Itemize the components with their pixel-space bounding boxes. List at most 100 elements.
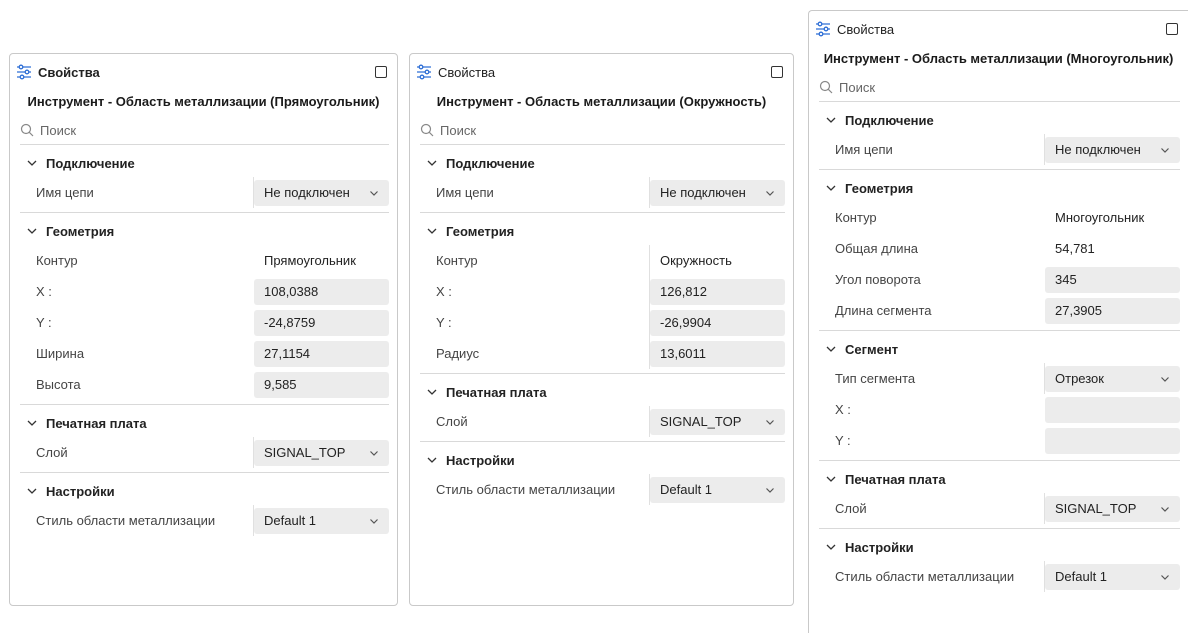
section-header-connection[interactable]: Подключение — [420, 149, 785, 177]
chevron-down-icon[interactable] — [26, 485, 38, 497]
row-radius: Радиус 13,6011 — [420, 338, 785, 369]
row-x: X : 108,0388 — [20, 276, 389, 307]
section-header-connection[interactable]: Подключение — [819, 106, 1180, 134]
x-field[interactable]: 108,0388 — [254, 278, 389, 305]
row-width: Ширина 27,1154 — [20, 338, 389, 369]
chevron-down-icon[interactable] — [26, 157, 38, 169]
section-header-geometry[interactable]: Геометрия — [420, 217, 785, 245]
net-name-dropdown[interactable]: Не подключен — [254, 179, 389, 206]
properties-panel-rectangle: Свойства Инструмент - Область металлизац… — [9, 53, 398, 606]
section-connection: Подключение Имя цепи Не подключен — [420, 149, 785, 213]
chevron-down-icon[interactable] — [26, 417, 38, 429]
search-input[interactable]: Поиск — [819, 73, 1180, 102]
tool-title: Инструмент - Область металлизации (Окруж… — [436, 94, 767, 109]
chevron-down-icon[interactable] — [426, 454, 438, 466]
segment-x-label: X : — [835, 402, 851, 417]
style-dropdown[interactable]: Default 1 — [1045, 563, 1180, 590]
y-field[interactable]: -26,9904 — [650, 309, 785, 336]
segment-y-field[interactable] — [1045, 427, 1180, 454]
search-placeholder: Поиск — [40, 122, 77, 138]
style-value: Default 1 — [1055, 569, 1108, 584]
section-title: Геометрия — [46, 223, 115, 239]
maximize-icon[interactable] — [771, 66, 783, 78]
search-input[interactable]: Поиск — [420, 116, 785, 145]
chevron-down-icon[interactable] — [825, 541, 837, 553]
chevron-down-icon[interactable] — [426, 225, 438, 237]
style-value: Default 1 — [660, 482, 713, 497]
total-length-value: 54,781 — [1055, 241, 1095, 256]
section-title: Печатная плата — [46, 415, 147, 431]
layer-label: Слой — [20, 437, 254, 468]
rotation-field[interactable]: 345 — [1045, 266, 1180, 293]
section-header-settings[interactable]: Настройки — [819, 533, 1180, 561]
chevron-down-icon — [1161, 574, 1169, 580]
rotation-label: Угол поворота — [835, 272, 921, 287]
section-settings: Настройки Стиль области металлизации Def… — [420, 446, 785, 505]
row-contour: Контур Многоугольник — [819, 202, 1180, 233]
y-label: Y : — [36, 315, 52, 330]
y-field[interactable]: -24,8759 — [254, 309, 389, 336]
width-label: Ширина — [36, 346, 85, 361]
section-header-settings[interactable]: Настройки — [420, 446, 785, 474]
x-label: X : — [420, 276, 650, 307]
search-icon — [420, 123, 434, 137]
section-settings: Настройки Стиль области металлизации Def… — [20, 477, 389, 536]
layer-label: Слой — [819, 493, 1045, 524]
total-length-label: Общая длина — [835, 241, 918, 256]
section-header-pcb[interactable]: Печатная плата — [819, 465, 1180, 493]
sliders-icon — [17, 64, 31, 80]
contour-label: Контур — [835, 210, 877, 225]
search-placeholder: Поиск — [440, 122, 477, 138]
layer-dropdown[interactable]: SIGNAL_TOP — [650, 408, 785, 435]
segment-type-dropdown[interactable]: Отрезок — [1045, 365, 1180, 392]
row-x: X : 126,812 — [420, 276, 785, 307]
net-name-value: Не подключен — [660, 185, 746, 200]
section-header-geometry[interactable]: Геометрия — [819, 174, 1180, 202]
section-pcb: Печатная плата Слой SIGNAL_TOP — [420, 378, 785, 442]
search-input[interactable]: Поиск — [20, 116, 389, 145]
row-segment-type: Тип сегмента Отрезок — [819, 363, 1180, 394]
section-header-pcb[interactable]: Печатная плата — [420, 378, 785, 406]
row-layer: Слой SIGNAL_TOP — [819, 493, 1180, 524]
style-dropdown[interactable]: Default 1 — [650, 476, 785, 503]
maximize-icon[interactable] — [1166, 23, 1178, 35]
x-field[interactable]: 126,812 — [650, 278, 785, 305]
net-name-dropdown[interactable]: Не подключен — [1045, 136, 1180, 163]
style-dropdown[interactable]: Default 1 — [254, 507, 389, 534]
panel-title: Свойства — [438, 64, 496, 80]
chevron-down-icon — [1161, 506, 1169, 512]
section-title: Подключение — [845, 112, 934, 128]
height-field[interactable]: 9,585 — [254, 371, 389, 398]
sliders-icon — [816, 21, 830, 37]
chevron-down-icon[interactable] — [825, 182, 837, 194]
net-name-value: Не подключен — [1055, 142, 1141, 157]
chevron-down-icon — [1161, 376, 1169, 382]
chevron-down-icon[interactable] — [26, 225, 38, 237]
section-header-pcb[interactable]: Печатная плата — [20, 409, 389, 437]
segment-length-label: Длина сегмента — [835, 303, 932, 318]
net-name-dropdown[interactable]: Не подключен — [650, 179, 785, 206]
section-header-geometry[interactable]: Геометрия — [20, 217, 389, 245]
chevron-down-icon[interactable] — [825, 473, 837, 485]
section-connection: Подключение Имя цепи Не подключен — [819, 106, 1180, 170]
tool-title: Инструмент - Область металлизации (Много… — [823, 51, 1174, 66]
width-field[interactable]: 27,1154 — [254, 340, 389, 367]
row-layer: Слой SIGNAL_TOP — [420, 406, 785, 437]
segment-type-label: Тип сегмента — [819, 363, 1045, 394]
chevron-down-icon[interactable] — [825, 343, 837, 355]
maximize-icon[interactable] — [375, 66, 387, 78]
layer-dropdown[interactable]: SIGNAL_TOP — [254, 439, 389, 466]
segment-length-field[interactable]: 27,3905 — [1045, 297, 1180, 324]
section-header-connection[interactable]: Подключение — [20, 149, 389, 177]
search-placeholder: Поиск — [839, 79, 876, 95]
segment-type-value: Отрезок — [1055, 371, 1104, 386]
layer-dropdown[interactable]: SIGNAL_TOP — [1045, 495, 1180, 522]
segment-x-field[interactable] — [1045, 396, 1180, 423]
section-header-segment[interactable]: Сегмент — [819, 335, 1180, 363]
radius-field[interactable]: 13,6011 — [650, 340, 785, 367]
section-header-settings[interactable]: Настройки — [20, 477, 389, 505]
panel-header: Свойства — [410, 54, 793, 90]
chevron-down-icon[interactable] — [426, 386, 438, 398]
chevron-down-icon[interactable] — [825, 114, 837, 126]
chevron-down-icon[interactable] — [426, 157, 438, 169]
